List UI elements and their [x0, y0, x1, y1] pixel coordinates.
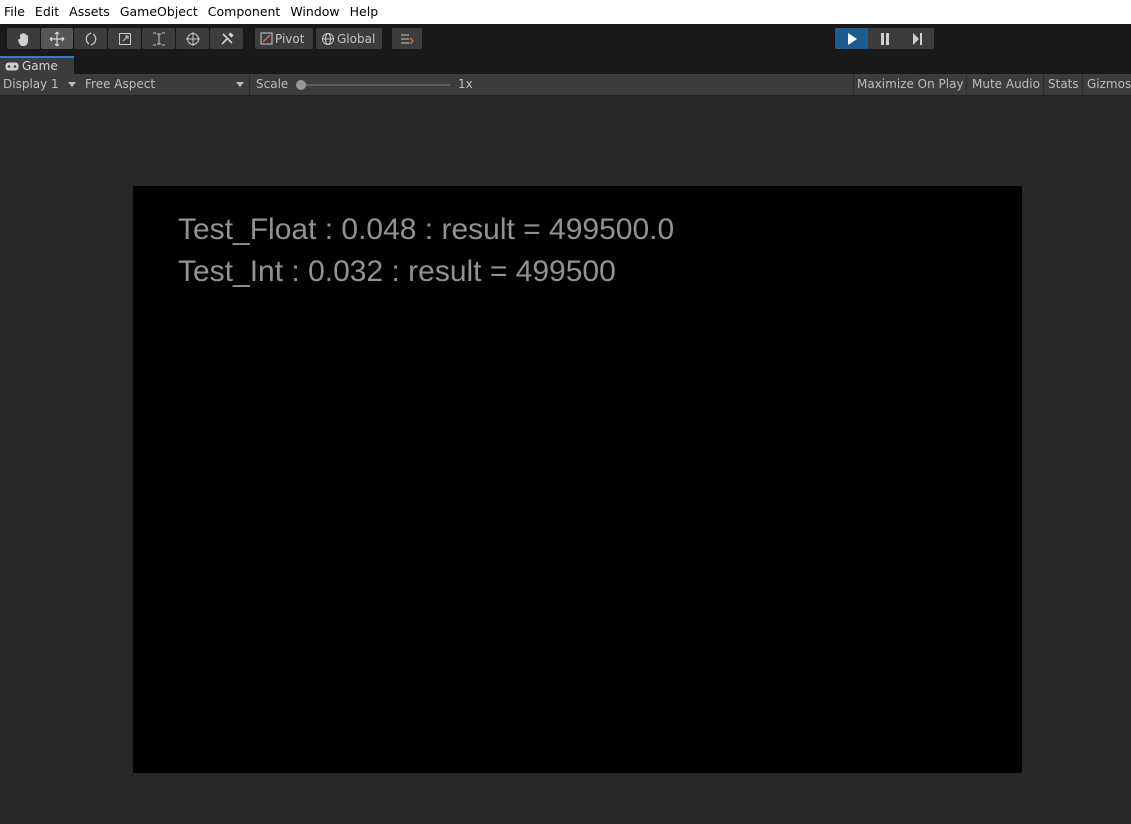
divider — [966, 74, 967, 95]
game-viewport[interactable]: Test_Float : 0.048 : result = 499500.0 T… — [0, 96, 1131, 824]
play-button[interactable] — [835, 28, 868, 49]
scale-slider-track[interactable] — [300, 84, 450, 86]
hand-tool-button[interactable] — [7, 28, 40, 49]
scale-value: 1x — [458, 77, 473, 91]
snap-settings-button[interactable] — [392, 28, 422, 49]
global-label: Global — [337, 31, 376, 46]
int-result-text: Test_Int : 0.032 : result = 499500 — [178, 255, 616, 288]
pivot-toggle[interactable]: Pivot — [255, 28, 313, 49]
custom-tool-button[interactable] — [210, 28, 243, 49]
toolbar: Pivot Global — [0, 24, 1131, 54]
pause-icon — [880, 32, 889, 45]
playmode-controls — [835, 28, 934, 49]
play-icon — [847, 32, 857, 45]
tab-game-label: Game — [22, 59, 58, 73]
float-result-text: Test_Float : 0.048 : result = 499500.0 — [178, 213, 675, 246]
divider — [1082, 74, 1083, 95]
divider — [249, 74, 250, 95]
custom-tool-icon — [220, 31, 234, 45]
move-tool-icon — [49, 31, 65, 46]
maximize-on-play-toggle[interactable]: Maximize On Play — [857, 74, 964, 95]
aspect-dropdown[interactable]: Free Aspect — [68, 74, 155, 95]
game-screen[interactable]: Test_Float : 0.048 : result = 499500.0 T… — [133, 186, 1022, 773]
grid-snap-icon — [401, 34, 414, 44]
scale-slider-handle[interactable] — [296, 80, 306, 90]
display-dropdown[interactable]: Display 1 — [3, 74, 59, 95]
scale-tool-icon — [118, 32, 131, 45]
scale-label: Scale — [256, 77, 289, 91]
tab-bar: Game — [0, 54, 1131, 74]
pivot-icon — [260, 32, 273, 45]
tab-game[interactable]: Game — [0, 56, 74, 74]
game-view-bar: Display 1 Free Aspect Scale 1x Maximize … — [0, 74, 1131, 96]
globe-icon — [322, 32, 334, 45]
menu-file[interactable]: File — [0, 0, 31, 24]
step-icon — [913, 32, 922, 45]
dropdown-arrow-icon — [68, 82, 76, 87]
rect-tool-icon — [152, 32, 165, 45]
transform-tool-icon — [185, 31, 200, 46]
mute-audio-toggle[interactable]: Mute Audio — [972, 74, 1040, 95]
divider — [853, 74, 854, 95]
aspect-label: Free Aspect — [85, 77, 156, 91]
menu-assets[interactable]: Assets — [65, 0, 116, 24]
rotate-tool-icon — [85, 31, 96, 46]
scale-tool-button[interactable] — [108, 28, 141, 49]
hand-tool-icon — [17, 32, 28, 46]
step-button[interactable] — [901, 28, 934, 49]
pivot-label: Pivot — [275, 31, 305, 46]
global-toggle[interactable]: Global — [316, 28, 382, 49]
pause-button[interactable] — [868, 28, 901, 49]
menu-bar: File Edit Assets GameObject Component Wi… — [0, 0, 1131, 24]
divider — [1043, 74, 1044, 95]
menu-help[interactable]: Help — [346, 0, 385, 24]
gamepad-icon — [5, 62, 19, 70]
gizmos-toggle[interactable]: Gizmos — [1087, 74, 1131, 95]
move-tool-button[interactable] — [41, 28, 73, 49]
transform-tool-button[interactable] — [176, 28, 209, 49]
menu-window[interactable]: Window — [286, 0, 345, 24]
rotate-tool-button[interactable] — [74, 28, 107, 49]
menu-component[interactable]: Component — [204, 0, 287, 24]
stats-toggle[interactable]: Stats — [1048, 74, 1079, 95]
rect-tool-button[interactable] — [142, 28, 175, 49]
aspect-dropdown-arrow-icon[interactable] — [236, 82, 244, 87]
menu-edit[interactable]: Edit — [31, 0, 65, 24]
menu-gameobject[interactable]: GameObject — [116, 0, 204, 24]
